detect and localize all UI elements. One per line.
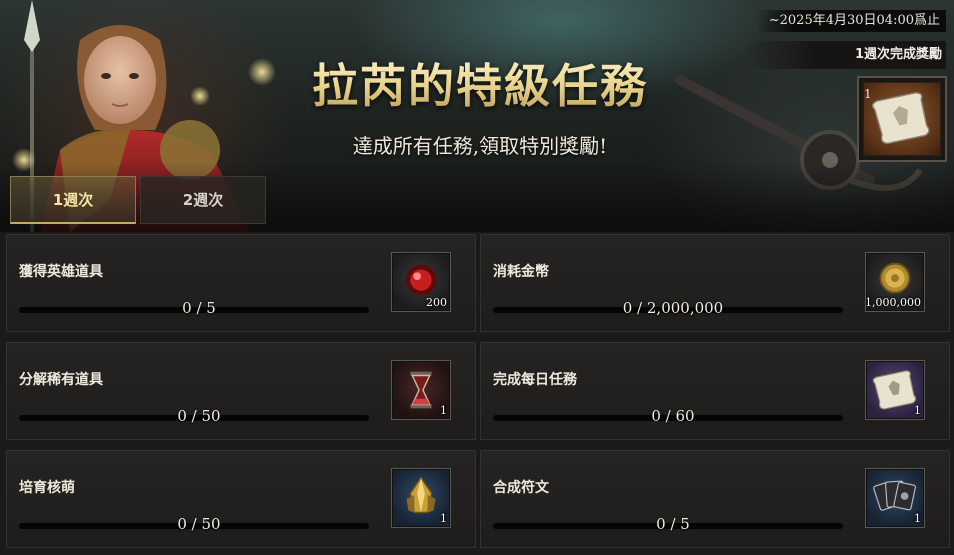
reward-quantity: 1: [440, 404, 447, 417]
task-card: 培育核萌 0 / 50 1: [6, 450, 476, 548]
reward-quantity: 1: [914, 512, 921, 525]
task-progress-text: 0 / 2,000,000: [622, 299, 724, 317]
event-subtitle: 達成所有任務,領取特別獎勵!: [352, 134, 608, 158]
task-card: 合成符文 0 / 5 1: [480, 450, 950, 548]
task-progress-text: 0 / 5: [182, 299, 216, 317]
task-name: 完成每日任務: [493, 372, 577, 388]
task-reward-item[interactable]: 1: [391, 468, 451, 528]
task-progress-text: 0 / 50: [177, 515, 221, 533]
scroll-icon: [872, 92, 930, 145]
reward-quantity: 1,000,000: [867, 296, 921, 309]
reward-quantity: 1: [914, 404, 921, 417]
task-name: 合成符文: [493, 480, 549, 496]
task-name: 獲得英雄道具: [19, 264, 103, 280]
task-name: 培育核萌: [19, 480, 75, 496]
weekly-reward-label: 1週次完成獎勵: [746, 41, 946, 69]
tab-week-1[interactable]: 1週次: [10, 176, 136, 224]
event-banner: 拉芮的特級任務 達成所有任務,領取特別獎勵! ~2025年4月30日04:00爲…: [0, 0, 954, 232]
event-title: 拉芮的特級任務: [280, 50, 680, 116]
weekly-reward-item[interactable]: 1: [857, 76, 947, 162]
task-name: 消耗金幣: [493, 264, 549, 280]
task-progress-text: 0 / 50: [177, 407, 221, 425]
tab-week-2[interactable]: 2週次: [140, 176, 266, 224]
task-progress-text: 0 / 5: [656, 515, 690, 533]
task-progress-text: 0 / 60: [651, 407, 695, 425]
task-card: 分解稀有道具 0 / 50 1: [6, 342, 476, 440]
task-reward-item[interactable]: 200: [391, 252, 451, 312]
task-reward-item[interactable]: 1: [865, 360, 925, 420]
task-name: 分解稀有道具: [19, 372, 103, 388]
reward-quantity: 200: [426, 296, 447, 309]
reward-quantity: 1: [440, 512, 447, 525]
event-deadline: ~2025年4月30日04:00爲止: [754, 10, 946, 32]
task-card: 消耗金幣 0 / 2,000,000 1,000,000: [480, 234, 950, 332]
task-reward-item[interactable]: 1: [391, 360, 451, 420]
task-reward-item[interactable]: 1: [865, 468, 925, 528]
task-card: 完成每日任務 0 / 60 1: [480, 342, 950, 440]
task-card: 獲得英雄道具 0 / 5 200: [6, 234, 476, 332]
week-tabs: 1週次 2週次: [10, 176, 266, 224]
task-reward-item[interactable]: 1,000,000: [865, 252, 925, 312]
